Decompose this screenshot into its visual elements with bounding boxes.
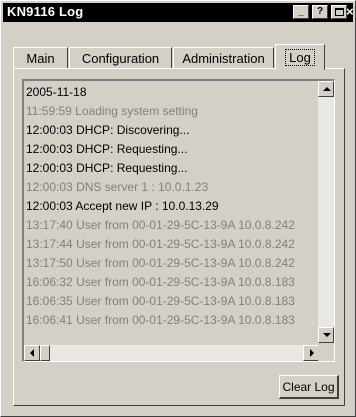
log-time: 11:59:59: [26, 104, 72, 118]
minimize-button[interactable]: _: [293, 5, 309, 19]
log-line: 12:00:03 Accept new IP : 10.0.13.29: [26, 197, 318, 216]
log-message: DHCP: Discovering...: [76, 123, 190, 137]
log-list[interactable]: 2005-11-18 11:59:59 Loading system settin…: [22, 79, 335, 362]
close-button[interactable]: ×: [346, 4, 356, 20]
tab-log-label: Log: [285, 49, 315, 66]
log-line: 16:06:32 User from 00-01-29-5C-13-9A 10.…: [26, 273, 318, 292]
log-message: DNS server 1 : 10.0.1.23: [76, 180, 209, 194]
arrow-down-icon: [323, 333, 331, 337]
log-line: 12:00:03 DNS server 1 : 10.0.1.23: [26, 178, 318, 197]
scroll-up-button[interactable]: [318, 81, 334, 97]
log-time: 12:00:03: [26, 199, 73, 213]
log-message: User from 00-01-29-5C-13-9A 10.0.8.183: [76, 275, 295, 289]
log-message: User from 00-01-29-5C-13-9A 10.0.8.183: [76, 313, 295, 327]
log-time: 16:06:32: [26, 275, 73, 289]
tab-administration-label: Administration: [182, 51, 265, 66]
log-line: 11:59:59 Loading system setting: [26, 102, 318, 121]
log-time: 12:00:03: [26, 180, 73, 194]
log-time: 13:17:50: [26, 256, 73, 270]
log-time: 16:06:35: [26, 294, 73, 308]
log-line: 13:17:50 User from 00-01-29-5C-13-9A 10.…: [26, 254, 318, 273]
help-button[interactable]: ?: [312, 5, 328, 19]
log-time: 12:00:03: [26, 161, 73, 175]
title-bar[interactable]: KN9116 Log _ ? ×: [3, 3, 356, 22]
log-lines: 2005-11-18 11:59:59 Loading system settin…: [26, 83, 318, 345]
log-line: 12:00:03 DHCP: Discovering...: [26, 121, 318, 140]
log-message: User from 00-01-29-5C-13-9A 10.0.8.242: [76, 256, 295, 270]
log-message: Loading system setting: [75, 104, 198, 118]
scroll-left-button[interactable]: [24, 345, 40, 361]
close-icon: ×: [346, 4, 354, 19]
log-time: 13:17:40: [26, 218, 73, 232]
tab-main[interactable]: Main: [13, 47, 68, 69]
log-line: 16:06:35 User from 00-01-29-5C-13-9A 10.…: [26, 292, 318, 311]
log-line: 12:00:03 DHCP: Requesting...: [26, 159, 318, 178]
horizontal-scroll-thumb[interactable]: [40, 345, 50, 361]
log-time: 16:06:41: [26, 313, 73, 327]
log-time: 12:00:03: [26, 123, 73, 137]
log-panel: 2005-11-18 11:59:59 Loading system settin…: [13, 68, 345, 406]
log-line: 13:17:44 User from 00-01-29-5C-13-9A 10.…: [26, 235, 318, 254]
log-line: 2005-11-18: [26, 83, 318, 102]
log-message: User from 00-01-29-5C-13-9A 10.0.8.242: [76, 237, 295, 251]
log-line: 13:17:40 User from 00-01-29-5C-13-9A 10.…: [26, 216, 318, 235]
tab-configuration[interactable]: Configuration: [69, 47, 172, 69]
log-message: 2005-11-18: [26, 85, 87, 99]
log-message: Accept new IP : 10.0.13.29: [75, 199, 219, 213]
log-time: 12:00:03: [26, 142, 73, 156]
tab-configuration-label: Configuration: [81, 51, 160, 66]
restore-button[interactable]: [331, 5, 347, 19]
restore-icon: [334, 8, 344, 16]
tab-administration[interactable]: Administration: [173, 47, 274, 69]
vertical-scrollbar[interactable]: [318, 81, 334, 343]
scroll-down-button[interactable]: [318, 327, 334, 343]
log-time: 13:17:44: [26, 237, 73, 251]
log-message: DHCP: Requesting...: [76, 161, 188, 175]
clear-log-button[interactable]: Clear Log: [279, 375, 339, 399]
log-line: 16:06:41 User from 00-01-29-5C-13-9A 10.…: [26, 311, 318, 330]
log-window: KN9116 Log _ ? × Main Configuration Admi…: [0, 0, 356, 417]
log-message: DHCP: Requesting...: [76, 142, 188, 156]
window-title: KN9116 Log: [7, 4, 84, 19]
arrow-right-icon: [310, 349, 314, 357]
log-line: 12:00:03 DHCP: Requesting...: [26, 140, 318, 159]
log-message: User from 00-01-29-5C-13-9A 10.0.8.183: [76, 294, 295, 308]
arrow-up-icon: [323, 87, 331, 91]
help-icon: ?: [316, 6, 324, 17]
log-message: User from 00-01-29-5C-13-9A 10.0.8.242: [76, 218, 295, 232]
minimize-icon: _: [298, 6, 304, 17]
scroll-right-button[interactable]: [303, 345, 319, 361]
horizontal-scrollbar[interactable]: [24, 345, 319, 361]
tab-log[interactable]: Log: [275, 44, 325, 70]
tab-main-label: Main: [26, 51, 55, 66]
scrollbar-corner: [318, 345, 334, 361]
arrow-left-icon: [30, 349, 34, 357]
